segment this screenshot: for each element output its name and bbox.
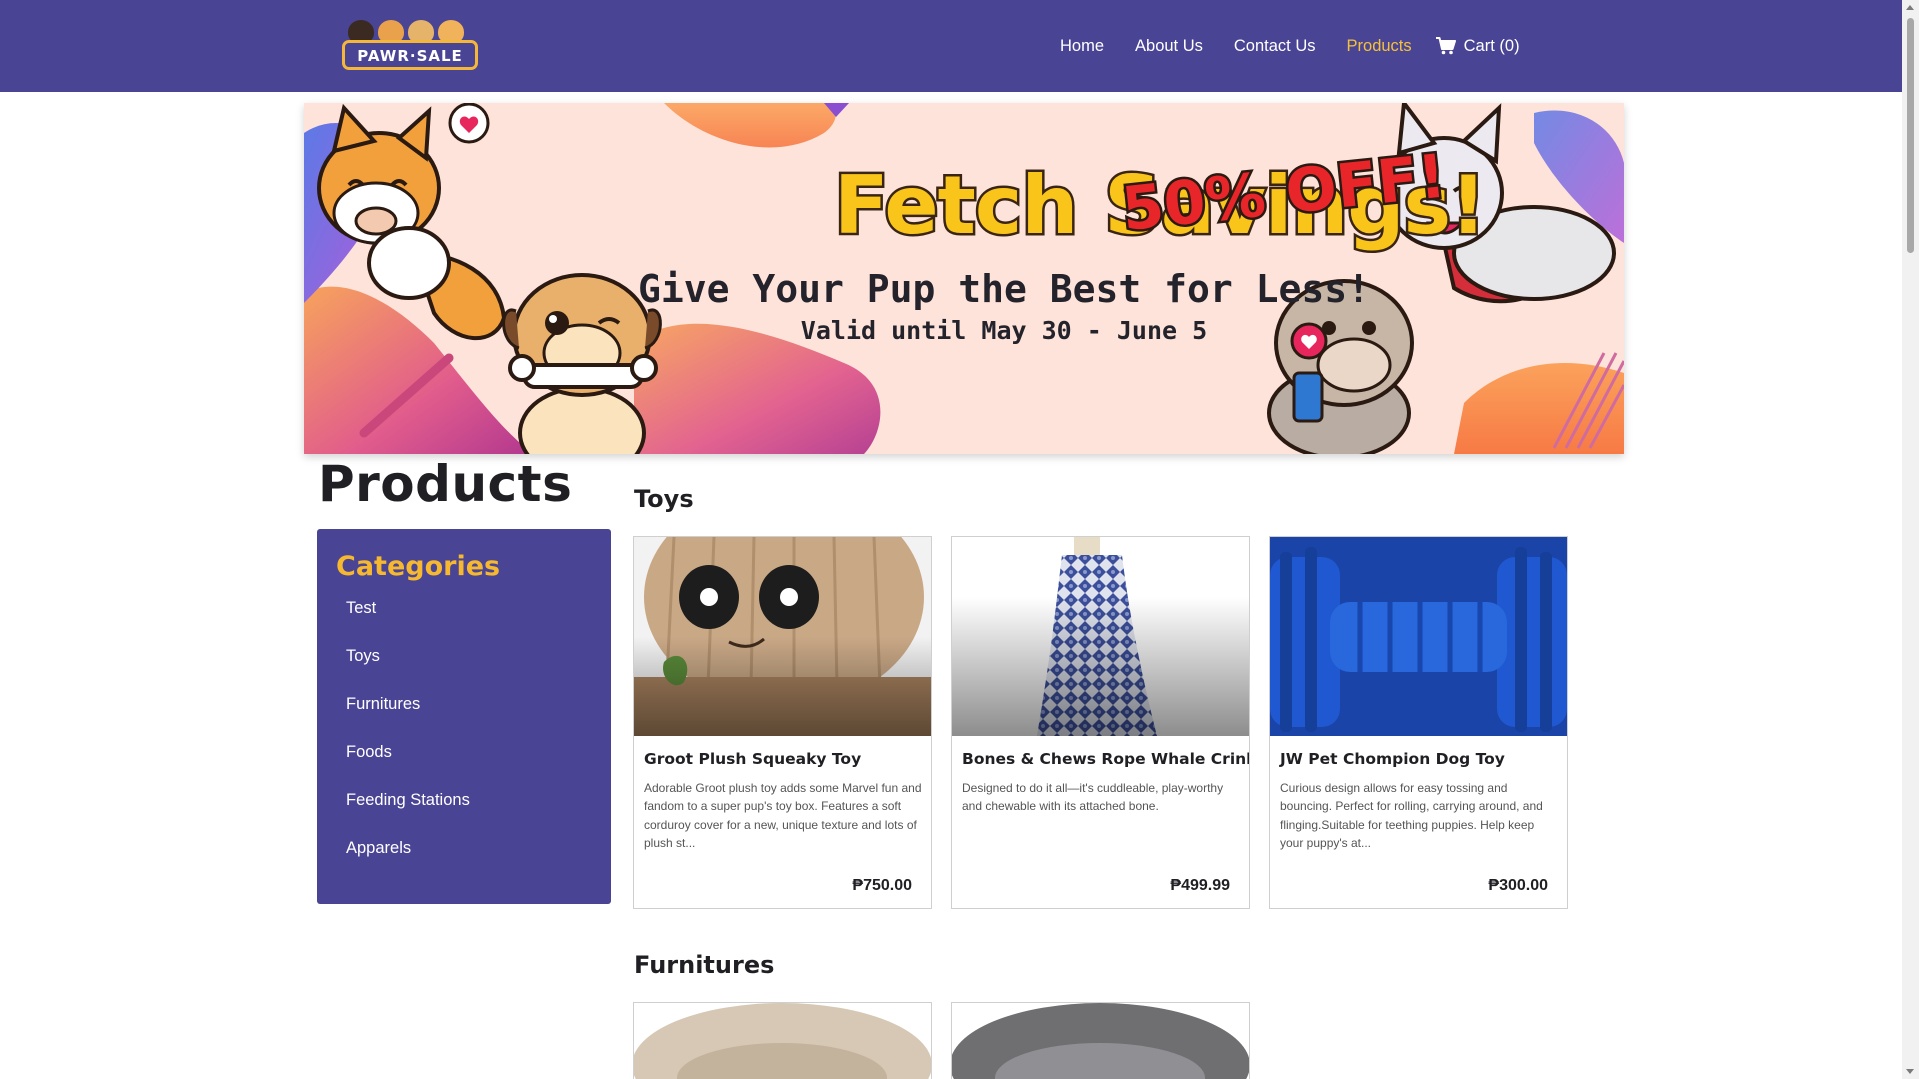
product-description: Adorable Groot plush toy adds some Marve… [644, 781, 922, 850]
scroll-down-icon[interactable] [1906, 1069, 1914, 1074]
promo-banner[interactable]: Fetch Savings! 50% OFF! Give Your Pup th… [304, 103, 1624, 454]
page-title: Products [318, 455, 573, 513]
scrollbar-thumb[interactable] [1907, 18, 1914, 253]
product-name[interactable]: JW Pet Chompion Dog Toy [1280, 750, 1505, 768]
nav-products-link[interactable]: Products [1347, 37, 1412, 56]
product-price: ₱750.00 [852, 877, 912, 894]
product-image [952, 1003, 1249, 1079]
product-image [634, 537, 931, 736]
product-image [1270, 537, 1567, 736]
logo-plate: PAWR·SALE [342, 40, 478, 70]
section-title-toys: Toys [634, 485, 694, 513]
product-price: ₱300.00 [1488, 877, 1548, 894]
product-price: ₱499.99 [1170, 877, 1230, 894]
nav-about-link[interactable]: About Us [1135, 37, 1203, 56]
category-item-feeding-stations[interactable]: Feeding Stations [346, 791, 470, 839]
product-card[interactable] [633, 1002, 932, 1079]
category-list: Test Toys Furnitures Foods Feeding Stati… [346, 599, 470, 887]
page-scrollbar[interactable] [1902, 0, 1919, 1079]
product-description: Designed to do it all—it's cuddleable, p… [962, 781, 1224, 814]
cart-icon [1435, 37, 1456, 55]
product-card[interactable]: Bones & Chews Rope Whale Crinkle Designe… [951, 536, 1250, 909]
category-item-test[interactable]: Test [346, 599, 470, 647]
main-nav: Home About Us Contact Us Products Cart (… [1060, 33, 1520, 59]
section-title-furnitures: Furnitures [634, 951, 775, 979]
nav-contact-link[interactable]: Contact Us [1234, 37, 1316, 56]
product-image [952, 537, 1249, 736]
banner-validity: Valid until May 30 - June 5 [800, 316, 1208, 345]
navbar: PAWR·SALE Home About Us Contact Us Produ… [0, 0, 1902, 92]
product-image [634, 1003, 931, 1079]
category-item-apparels[interactable]: Apparels [346, 839, 470, 887]
scroll-up-icon[interactable] [1906, 5, 1914, 10]
product-card[interactable] [951, 1002, 1250, 1079]
banner-subtitle: Give Your Pup the Best for Less! [637, 267, 1371, 311]
cart-link[interactable]: Cart (0) [1435, 36, 1520, 56]
product-card[interactable]: JW Pet Chompion Dog Toy Curious design a… [1269, 536, 1568, 909]
product-name[interactable]: Groot Plush Squeaky Toy [644, 750, 861, 768]
cart-label: Cart (0) [1463, 36, 1520, 55]
categories-sidebar: Categories Test Toys Furnitures Foods Fe… [317, 529, 611, 904]
sidebar-title: Categories [336, 551, 501, 582]
category-item-toys[interactable]: Toys [346, 647, 470, 695]
logo-text: PAWR·SALE [357, 47, 463, 65]
category-item-foods[interactable]: Foods [346, 743, 470, 791]
brand-logo[interactable]: PAWR·SALE [340, 18, 482, 72]
product-name[interactable]: Bones & Chews Rope Whale Crinkle [962, 750, 1249, 768]
category-item-furnitures[interactable]: Furnitures [346, 695, 470, 743]
nav-home-link[interactable]: Home [1060, 37, 1104, 56]
product-description: Curious design allows for easy tossing a… [1280, 781, 1543, 850]
product-card[interactable]: Groot Plush Squeaky Toy Adorable Groot p… [633, 536, 932, 909]
